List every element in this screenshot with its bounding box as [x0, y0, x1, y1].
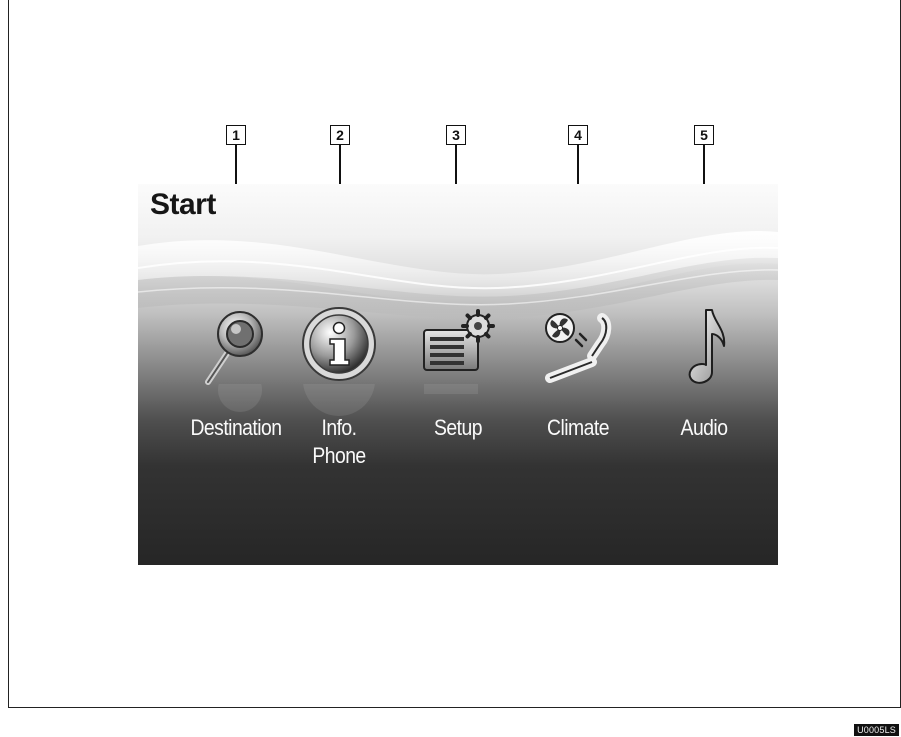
search-pin-icon — [194, 304, 278, 388]
info-label-line1: Info. — [321, 415, 357, 440]
audio-button[interactable]: Audio — [644, 304, 764, 484]
info-icon — [297, 304, 381, 388]
phone-label-line2: Phone — [312, 443, 366, 468]
start-screen: Start Destination Info. Phone Setup Clim… — [138, 184, 778, 565]
destination-label: Destination — [190, 415, 282, 440]
image-code-label: U0005LS — [854, 724, 899, 736]
climate-label: Climate — [547, 415, 609, 440]
setup-label: Setup — [434, 415, 482, 440]
info-phone-label: Info. Phone — [286, 414, 392, 470]
callout-4: 4 — [568, 125, 588, 145]
climate-seat-fan-icon — [536, 304, 620, 388]
callout-5: 5 — [694, 125, 714, 145]
callout-3: 3 — [446, 125, 466, 145]
music-note-icon — [662, 304, 746, 388]
setup-gear-icon — [416, 304, 500, 388]
audio-label: Audio — [680, 415, 728, 440]
callout-1: 1 — [226, 125, 246, 145]
setup-button[interactable]: Setup — [398, 304, 518, 484]
climate-button[interactable]: Climate — [518, 304, 638, 484]
screen-title: Start — [150, 188, 216, 221]
info-phone-button[interactable]: Info. Phone — [279, 304, 399, 484]
callout-2: 2 — [330, 125, 350, 145]
destination-button[interactable]: Destination — [176, 304, 296, 484]
